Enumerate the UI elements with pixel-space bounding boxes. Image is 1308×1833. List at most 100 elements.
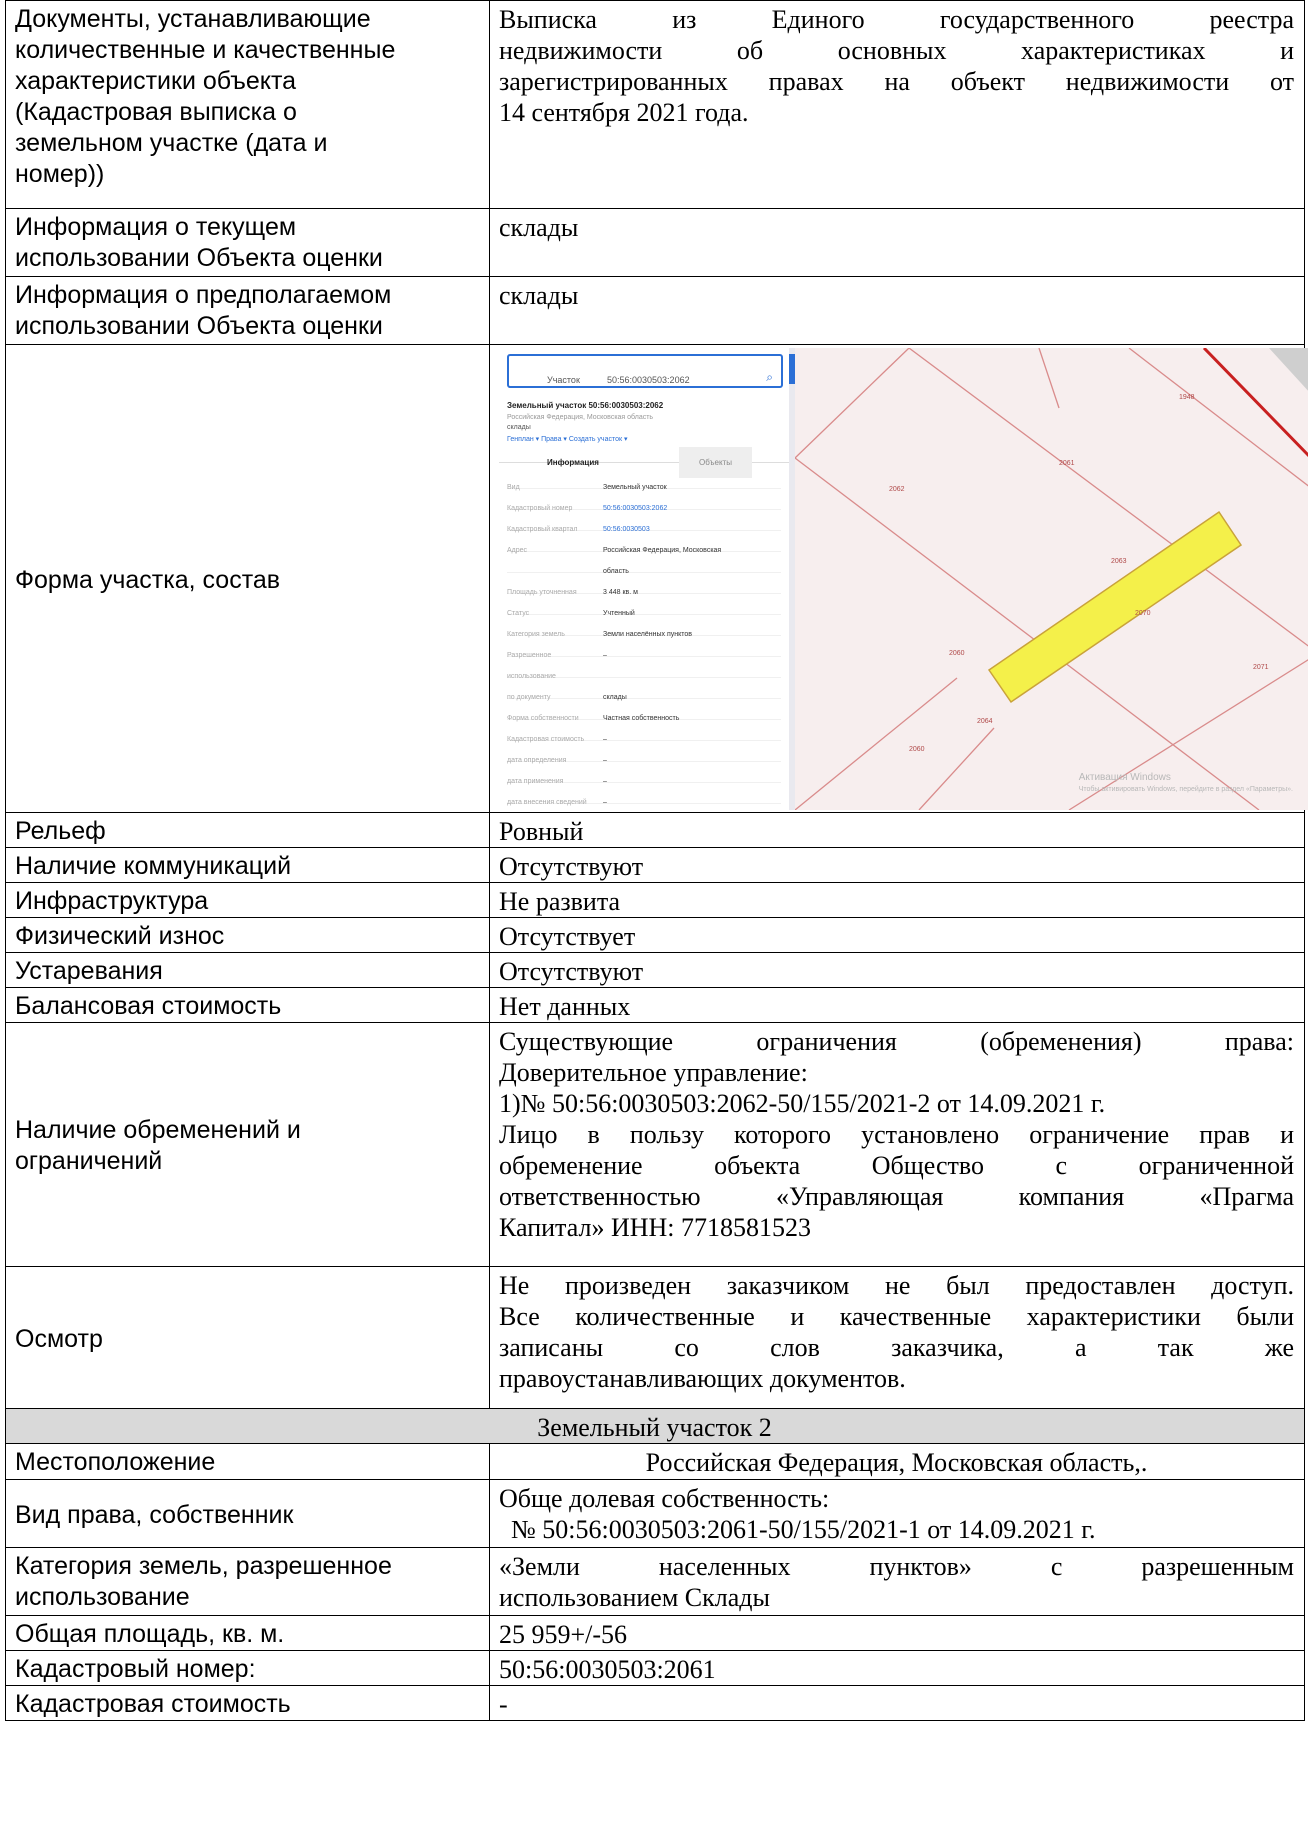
- property-row: дата определения –: [507, 745, 781, 764]
- encumbrances-label: Наличие обременений и ограничений: [5, 1022, 490, 1267]
- label-line: Информация о текущем: [15, 213, 297, 241]
- property-row: использование: [507, 661, 781, 680]
- property-row: область: [507, 556, 781, 575]
- label-line: использование: [15, 1583, 190, 1611]
- parcel-number-label: 2060: [949, 650, 965, 657]
- property-key: дата внесения сведений: [507, 799, 587, 806]
- table-row: Физический износ Отсутствует: [5, 917, 1305, 953]
- parcel-number-label: 2062: [889, 486, 905, 493]
- right-value: Обще долевая собственность: № 50:56:0030…: [489, 1479, 1305, 1548]
- wear-label: Физический износ: [5, 917, 490, 953]
- property-row: Площадь уточненная 3 448 кв. м: [507, 577, 781, 596]
- parcel-number-label: 2063: [1111, 558, 1127, 565]
- property-row: Кадастровая стоимость –: [507, 724, 781, 743]
- value-line: ответственностью «Управляющая компания «…: [499, 1182, 1294, 1211]
- value-line: Все количественные и качественные характ…: [499, 1302, 1294, 1331]
- label-line: количественные и качественные: [15, 36, 396, 64]
- book-value-value: Нет данных: [489, 987, 1305, 1023]
- property-row: дата внесения сведений –: [507, 787, 781, 806]
- boundary-line: [794, 457, 1260, 810]
- value-line: «Земли населенных пунктов» с разрешенным: [499, 1552, 1294, 1581]
- value-line: Обще долевая собственность:: [499, 1484, 830, 1513]
- watermark-text: Чтобы активировать Windows, перейдите в …: [1078, 786, 1293, 793]
- label-line: Документы, устанавливающие: [15, 5, 371, 33]
- panel-tabs: Информация Объекты: [499, 440, 789, 478]
- value-line: обременение объекта Общество с ограничен…: [499, 1151, 1294, 1180]
- obsolescence-value: Отсутствуют: [489, 952, 1305, 988]
- docs-value: Выписка из Единого государственного реес…: [489, 0, 1305, 209]
- table-row: Информация о предполагаемом использовани…: [5, 276, 1305, 345]
- relief-value: Ровный: [489, 812, 1305, 848]
- parcel-number-label: 1948: [1179, 394, 1195, 401]
- current-use-label: Информация о текущем использовании Объек…: [5, 208, 490, 277]
- parcel-number-label: 2061: [1059, 460, 1075, 467]
- parcel-number-label: 2071: [1253, 664, 1269, 671]
- category-value: «Земли населенных пунктов» с разрешенным…: [489, 1547, 1305, 1616]
- value-line: 14 сентября 2021 года.: [499, 98, 749, 127]
- parcel-info-panel: Участок 50:56:0030503:2062 ⌕ Земельный у…: [499, 348, 789, 810]
- parcel-number-label: 2070: [1135, 610, 1151, 617]
- location-label: Местоположение: [5, 1443, 490, 1480]
- label-line: (Кадастровая выписка о: [15, 98, 297, 126]
- label-line: характеристики объекта: [15, 67, 297, 95]
- table-row: Наличие обременений и ограничений Сущест…: [5, 1022, 1305, 1267]
- area-label: Общая площадь, кв. м.: [5, 1615, 490, 1651]
- table-row: Форма участка, состав 1948 2061 2062 206…: [5, 344, 1308, 813]
- cadastral-number-label: Кадастровый номер:: [5, 1650, 490, 1686]
- docs-label: Документы, устанавливающие количественны…: [5, 0, 490, 209]
- table-row: Осмотр Не произведен заказчиком не был п…: [5, 1266, 1305, 1409]
- selected-parcel[interactable]: [987, 510, 1243, 704]
- category-label: Категория земель, разрешенное использова…: [5, 1547, 490, 1616]
- value-line: Лицо в пользу которого установлено огран…: [499, 1120, 1294, 1149]
- book-value-label: Балансовая стоимость: [5, 987, 490, 1023]
- value-line: Существующие ограничения (обременения) п…: [499, 1027, 1294, 1056]
- parcel-number-label: 2060: [909, 746, 925, 753]
- obsolescence-label: Устаревания: [5, 952, 490, 988]
- label-line: использовании Объекта оценки: [15, 244, 383, 272]
- value-line: № 50:56:0030503:2061-50/155/2021-1 от 14…: [511, 1515, 1096, 1544]
- value-line: Не произведен заказчиком не был предоста…: [499, 1271, 1294, 1300]
- table-row: Наличие коммуникаций Отсутствуют: [5, 847, 1305, 883]
- property-row: Разрешенное –: [507, 640, 781, 659]
- property-row: Вид Земельный участок: [507, 472, 781, 491]
- table-row: Категория земель, разрешенное использова…: [5, 1547, 1305, 1616]
- property-row: Кадастровый квартал 50:56:0030503: [507, 514, 781, 533]
- table-row: Вид права, собственник Обще долевая собс…: [5, 1479, 1305, 1548]
- table-row: Рельеф Ровный: [5, 812, 1305, 848]
- label-line: использовании Объекта оценки: [15, 312, 383, 340]
- collapse-handle[interactable]: [789, 354, 795, 384]
- cadastral-map: 1948 2061 2062 2063 2070 2060 2064 2060 …: [499, 348, 1308, 810]
- watermark-title: Активация Windows: [1078, 772, 1171, 783]
- table-row: Земельный участок 2: [5, 1408, 1305, 1444]
- area-value: 25 959+/-56: [489, 1615, 1305, 1651]
- search-box[interactable]: Участок 50:56:0030503:2062 ⌕: [507, 354, 783, 388]
- infrastructure-value: Не развита: [489, 882, 1305, 918]
- value-line: зарегистрированных правах на объект недв…: [499, 67, 1294, 96]
- table-row: Местоположение Российская Федерация, Мос…: [5, 1443, 1305, 1480]
- property-row: Форма собственности Частная собственность: [507, 703, 781, 722]
- value-line: Выписка из Единого государственного реес…: [499, 5, 1294, 34]
- cadastral-number-value: 50:56:0030503:2061: [489, 1650, 1305, 1686]
- label-line: земельном участке (дата и: [15, 129, 328, 157]
- boundary-line: [794, 677, 958, 810]
- location-value: Российская Федерация, Московская область…: [489, 1443, 1305, 1480]
- value-line: правоустанавливающих документов.: [499, 1364, 906, 1393]
- shape-label: Форма участка, состав: [5, 344, 490, 813]
- table-row: Кадастровая стоимость -: [5, 1685, 1305, 1721]
- property-row: Категория земель Земли населённых пунктов: [507, 619, 781, 638]
- property-description-table: Документы, устанавливающие количественны…: [5, 0, 1308, 1721]
- value-line: недвижимости об основных характеристиках…: [499, 36, 1294, 65]
- property-row: Статус Учтенный: [507, 598, 781, 617]
- table-row: Устаревания Отсутствуют: [5, 952, 1305, 988]
- table-row: Инфраструктура Не развита: [5, 882, 1305, 918]
- label-line: Информация о предполагаемом: [15, 281, 392, 309]
- boundary-line: [794, 348, 910, 459]
- boundary-line: [1038, 348, 1060, 409]
- search-icon[interactable]: ⌕: [766, 362, 773, 393]
- panel-collapse-strip[interactable]: [789, 348, 795, 810]
- property-row: по документу склады: [507, 682, 781, 701]
- cadastral-cost-value: -: [489, 1685, 1305, 1721]
- map-corner: [1269, 348, 1308, 391]
- relief-label: Рельеф: [5, 812, 490, 848]
- cadastral-cost-label: Кадастровая стоимость: [5, 1685, 490, 1721]
